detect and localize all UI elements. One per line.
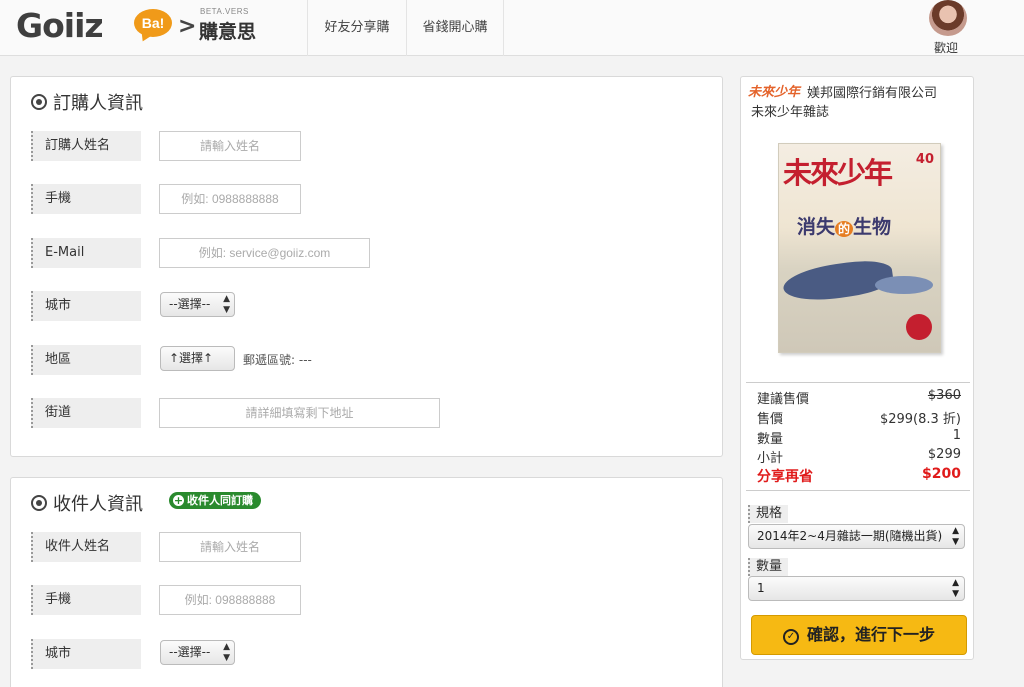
- buyer-email-input[interactable]: 例如: service@goiiz.com: [159, 238, 370, 268]
- product-name: 未來少年雜誌: [751, 105, 830, 120]
- divider: [746, 382, 970, 383]
- goiiz-logo[interactable]: Goiiz: [16, 6, 104, 45]
- radio-dot-icon: [31, 495, 47, 511]
- cover-headline: 消失的生物: [797, 216, 892, 238]
- receiver-city-select[interactable]: --選擇-- ▲ ▼: [160, 640, 235, 665]
- buyer-city-select[interactable]: --選擇-- ▲ ▼: [160, 292, 235, 317]
- beta-tag: BETA.VERS: [200, 7, 249, 16]
- buyer-name-input[interactable]: 請輸入姓名: [159, 131, 301, 161]
- buyer-street-input[interactable]: 請詳細填寫剩下地址: [159, 398, 440, 428]
- check-circle-icon: ✓: [782, 629, 799, 645]
- qty-label: 數量: [748, 558, 789, 576]
- logo-arrow-icon: >: [178, 14, 197, 39]
- list-price-row: 建議售價 $360: [757, 388, 961, 407]
- vendor-name: 媄邦國際行銷有限公司: [807, 86, 938, 101]
- receiver-city-label: 城市: [31, 639, 141, 669]
- receiver-phone-label: 手機: [31, 585, 141, 615]
- buyer-phone-label: 手機: [31, 184, 141, 214]
- radio-dot-icon: [31, 94, 47, 110]
- magazine-cover-image: 未來少年 40 消失的生物: [778, 143, 941, 353]
- buyer-phone-input[interactable]: 例如: 0988888888: [159, 184, 301, 214]
- buyer-name-label: 訂購人姓名: [31, 131, 141, 161]
- receiver-phone-input[interactable]: 例如: 098888888: [159, 585, 301, 615]
- zip-code-text: 郵遞區號: ---: [243, 353, 312, 367]
- logo-bubble: Ba!: [134, 9, 172, 37]
- nav-friend-share[interactable]: 好友分享購: [307, 0, 406, 56]
- select-arrows-icon: ▲ ▼: [223, 642, 230, 663]
- cover-title: 未來少年: [783, 156, 893, 190]
- receiver-info-panel: 收件人資訊 + 收件人同訂購 收件人姓名 請輸入姓名 手機 例如: 0988888…: [10, 477, 723, 687]
- qty-select[interactable]: 1 ▲ ▼: [748, 576, 965, 601]
- order-summary-panel: 未來少年 媄邦國際行銷有限公司 未來少年雜誌 未來少年 40 消失的生物 建議售…: [740, 76, 974, 660]
- receiver-name-label: 收件人姓名: [31, 532, 141, 562]
- divider: [746, 490, 970, 491]
- spec-select[interactable]: 2014年2~4月雜誌一期(隨機出貨) ▲ ▼: [748, 524, 965, 549]
- plus-icon: +: [173, 494, 184, 507]
- spec-label: 規格: [748, 505, 789, 523]
- top-header: Goiiz Ba! > BETA.VERS 購意思 好友分享購 省錢開心購 歡迎: [0, 0, 1024, 56]
- brand-subtitle: 購意思: [199, 21, 257, 43]
- select-arrows-icon: ▲ ▼: [223, 294, 230, 315]
- buyer-city-label: 城市: [31, 291, 141, 321]
- receiver-section-title: 收件人資訊: [31, 490, 143, 516]
- same-as-buyer-button[interactable]: + 收件人同訂購: [169, 492, 261, 509]
- buyer-section-title: 訂購人資訊: [31, 89, 143, 115]
- cover-badge: [906, 314, 932, 340]
- receiver-name-input[interactable]: 請輸入姓名: [159, 532, 301, 562]
- subtotal-row: 小計 $299: [757, 447, 961, 466]
- nav-save-money[interactable]: 省錢開心購: [406, 0, 504, 56]
- welcome-text: 歡迎: [934, 41, 959, 55]
- select-arrows-icon: ▲ ▼: [952, 578, 959, 599]
- buyer-info-panel: 訂購人資訊 訂購人姓名 請輸入姓名 手機 例如: 0988888888 E-Ma…: [10, 76, 723, 457]
- buyer-email-label: E-Mail: [31, 238, 141, 268]
- select-arrows-icon: ▲ ▼: [952, 526, 959, 547]
- whale-illustration: [875, 276, 933, 294]
- buyer-street-label: 街道: [31, 398, 141, 428]
- cover-issue-number: 40: [915, 152, 934, 167]
- avatar[interactable]: [929, 0, 967, 36]
- quantity-row: 數量 1: [757, 428, 961, 447]
- buyer-district-label: 地區: [31, 345, 141, 375]
- confirm-next-button[interactable]: ✓ 確認，進行下一步: [751, 615, 967, 655]
- brand-logo: 未來少年: [748, 85, 801, 100]
- buyer-district-select[interactable]: ↑選擇↑: [160, 346, 235, 371]
- share-save-row: 分享再省 $200: [757, 466, 961, 485]
- sale-price-row: 售價 $299(8.3 折): [757, 412, 961, 427]
